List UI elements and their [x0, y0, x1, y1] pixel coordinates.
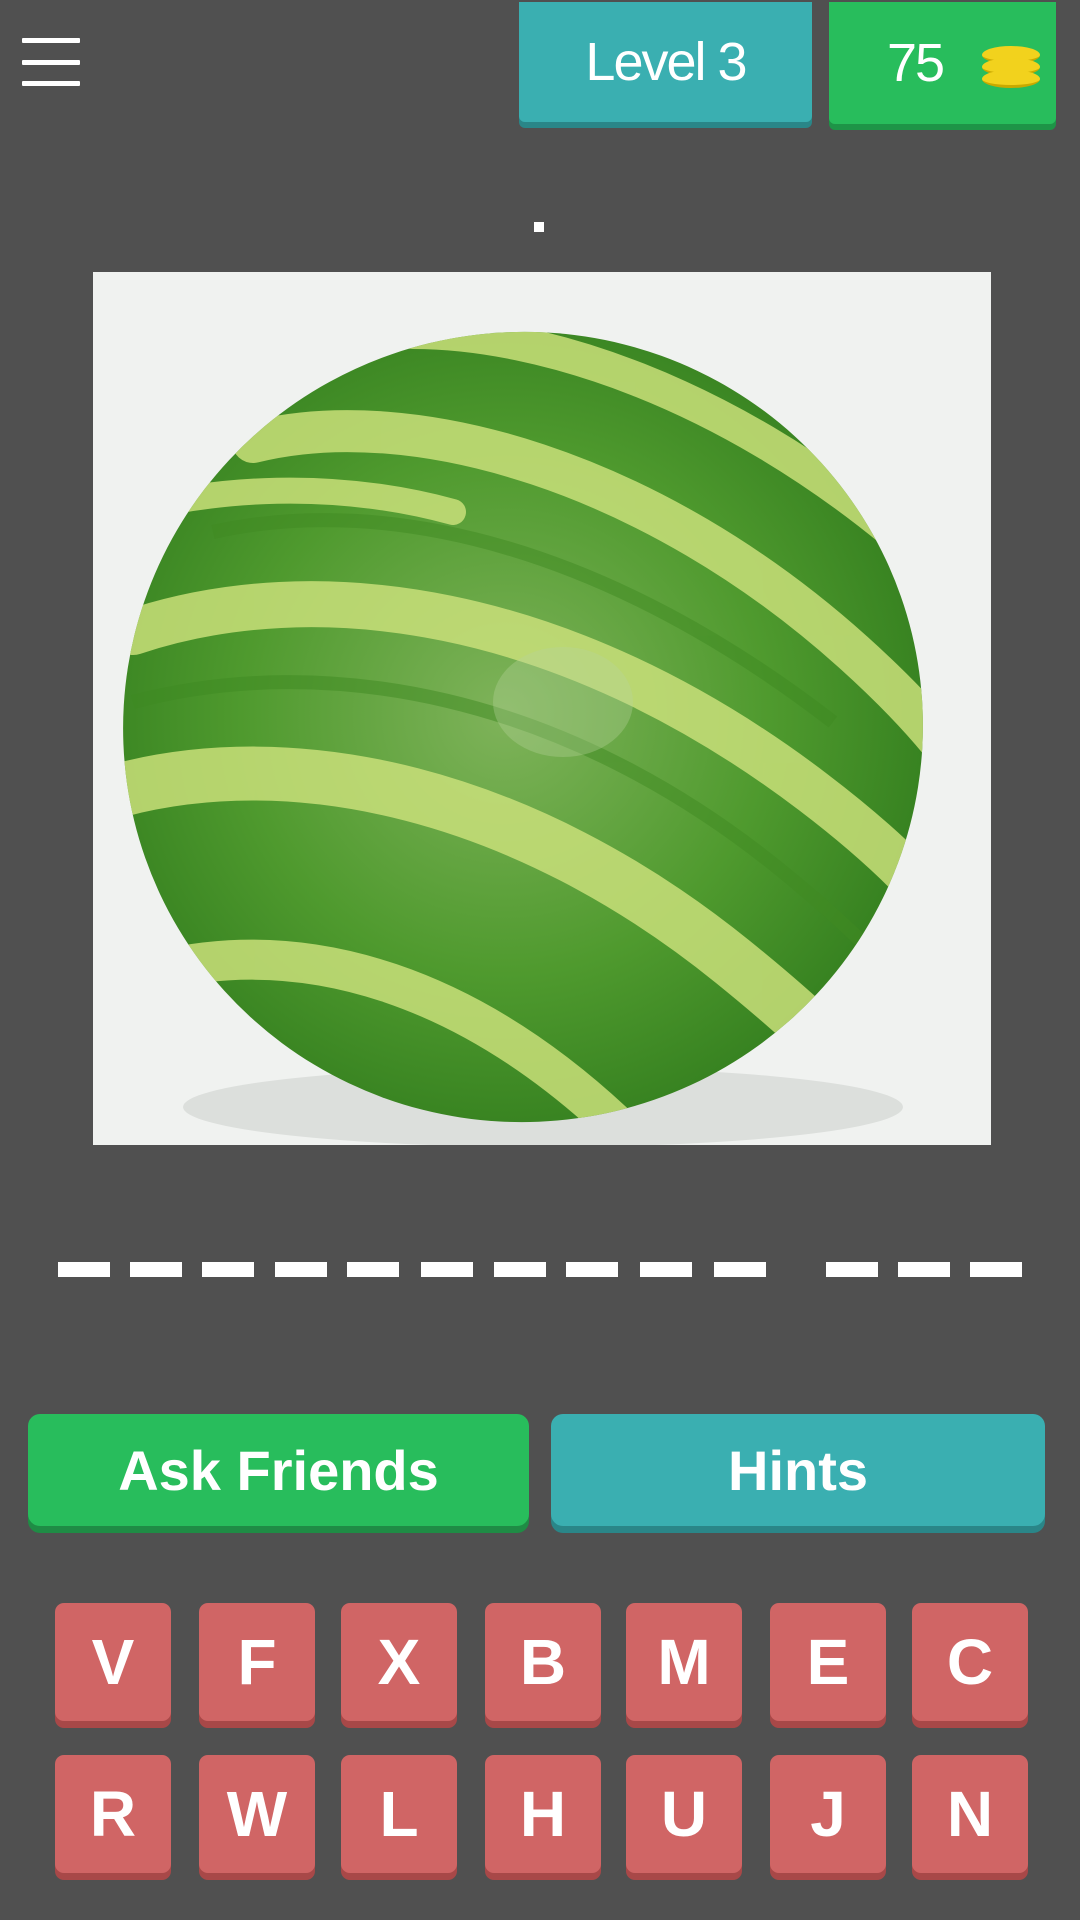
- key-letter: B: [519, 1626, 567, 1698]
- puzzle-image-watermelon: [93, 272, 991, 1145]
- answer-slot[interactable]: [347, 1262, 399, 1277]
- answer-slot[interactable]: [202, 1262, 254, 1277]
- answer-slots: [0, 1262, 1080, 1282]
- letter-key[interactable]: H: [485, 1755, 601, 1873]
- key-letter: M: [657, 1626, 711, 1698]
- key-letter: H: [519, 1778, 567, 1850]
- answer-slot[interactable]: [494, 1262, 546, 1277]
- letter-key[interactable]: F: [199, 1603, 315, 1721]
- answer-slot[interactable]: [970, 1262, 1022, 1277]
- coin-count: 75: [887, 33, 945, 93]
- key-letter: C: [946, 1626, 994, 1698]
- coin-counter[interactable]: 75: [829, 2, 1056, 124]
- answer-slot[interactable]: [130, 1262, 182, 1277]
- letter-key[interactable]: R: [55, 1755, 171, 1873]
- hints-button[interactable]: Hints: [551, 1414, 1045, 1526]
- letter-key[interactable]: X: [341, 1603, 457, 1721]
- hamburger-menu-icon[interactable]: [20, 34, 82, 90]
- letter-key[interactable]: B: [485, 1603, 601, 1721]
- answer-slot[interactable]: [714, 1262, 766, 1277]
- game-screen: Level 3 75 Ask Friends Hints V F X B M E…: [0, 0, 1080, 1920]
- key-letter: J: [810, 1778, 846, 1850]
- letter-key[interactable]: J: [770, 1755, 886, 1873]
- coin-stack-icon: [982, 46, 1040, 92]
- answer-slot[interactable]: [421, 1262, 473, 1277]
- answer-slot[interactable]: [640, 1262, 692, 1277]
- letter-key[interactable]: U: [626, 1755, 742, 1873]
- level-indicator: Level 3: [519, 2, 812, 122]
- key-letter: E: [806, 1626, 850, 1698]
- key-letter: W: [226, 1778, 288, 1850]
- ask-friends-button[interactable]: Ask Friends: [28, 1414, 529, 1526]
- answer-slot[interactable]: [898, 1262, 950, 1277]
- key-letter: X: [377, 1626, 421, 1698]
- letter-key[interactable]: L: [341, 1755, 457, 1873]
- letter-key[interactable]: W: [199, 1755, 315, 1873]
- key-letter: L: [379, 1778, 419, 1850]
- letter-key[interactable]: C: [912, 1603, 1028, 1721]
- key-letter: F: [237, 1626, 277, 1698]
- key-letter: V: [91, 1626, 135, 1698]
- letter-key[interactable]: E: [770, 1603, 886, 1721]
- letter-key[interactable]: V: [55, 1603, 171, 1721]
- hint-text: [534, 222, 544, 232]
- answer-slot[interactable]: [58, 1262, 110, 1277]
- hints-label: Hints: [728, 1438, 868, 1502]
- answer-slot[interactable]: [826, 1262, 878, 1277]
- key-letter: U: [660, 1778, 708, 1850]
- answer-slot[interactable]: [275, 1262, 327, 1277]
- letter-key[interactable]: N: [912, 1755, 1028, 1873]
- key-letter: N: [946, 1778, 994, 1850]
- answer-slot[interactable]: [566, 1262, 618, 1277]
- ask-friends-label: Ask Friends: [118, 1438, 439, 1502]
- level-label: Level 3: [585, 32, 747, 92]
- letter-key[interactable]: M: [626, 1603, 742, 1721]
- key-letter: R: [89, 1778, 137, 1850]
